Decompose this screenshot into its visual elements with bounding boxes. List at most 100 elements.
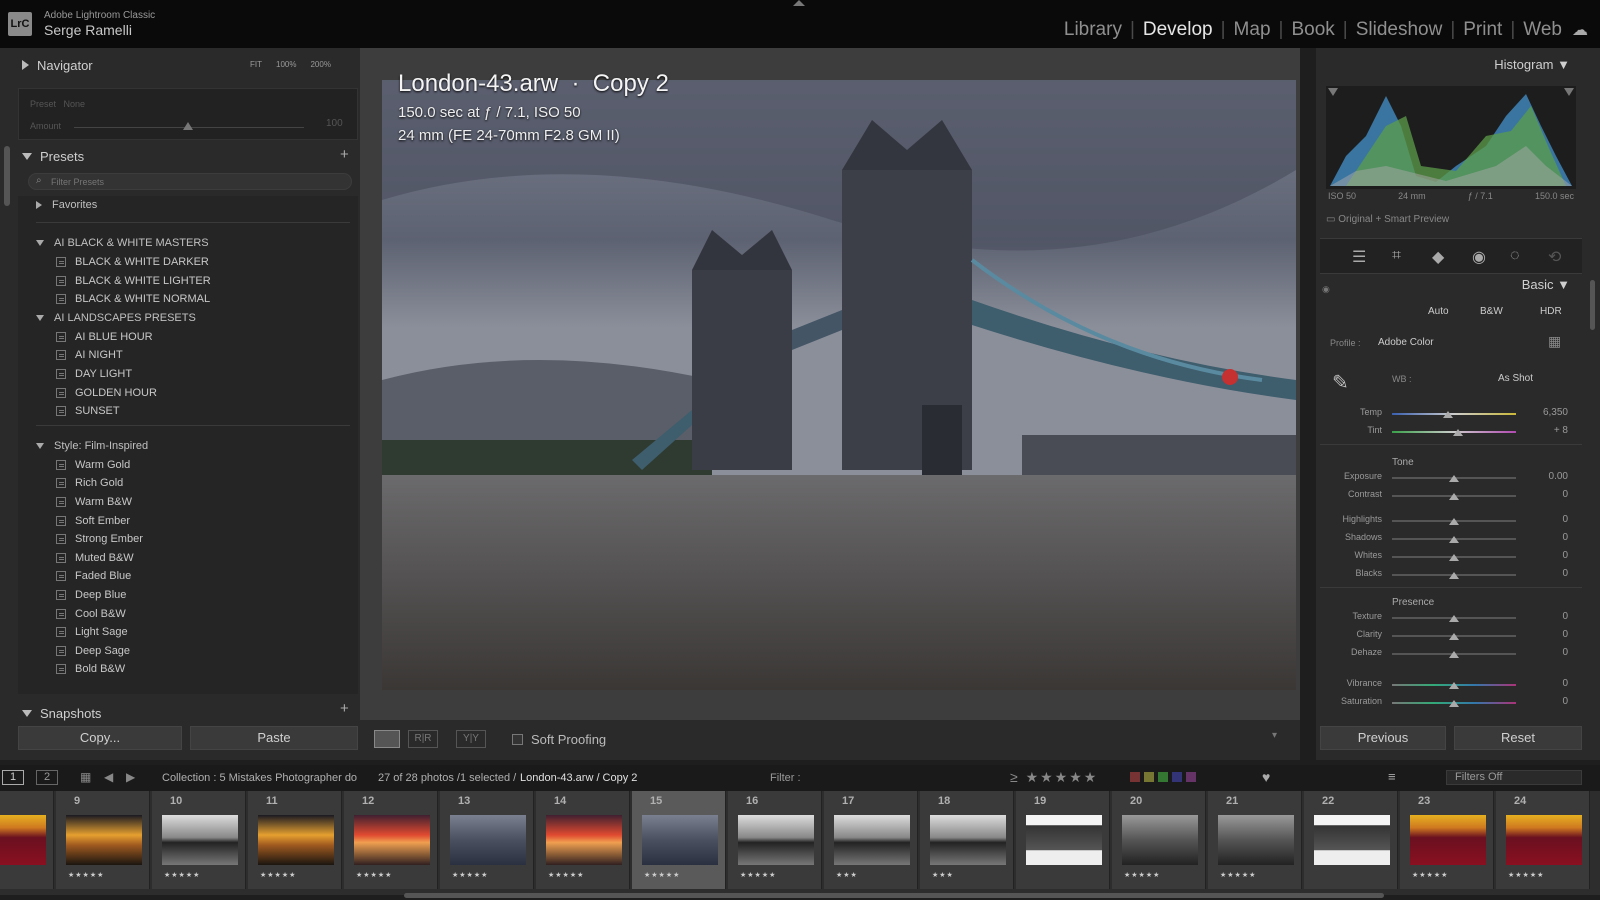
collapse-top-panel-icon[interactable] bbox=[793, 0, 805, 6]
before-after-swap-icon[interactable]: Y|Y bbox=[456, 730, 486, 748]
frame-thumbnail[interactable] bbox=[834, 815, 910, 865]
presets-header[interactable]: Presets bbox=[18, 141, 358, 171]
paste-button[interactable]: Paste bbox=[190, 726, 358, 750]
zoom-fit[interactable]: FIT bbox=[250, 60, 262, 69]
zoom-100[interactable]: 100% bbox=[276, 60, 296, 69]
masking-icon[interactable]: ◌ bbox=[1510, 247, 1520, 265]
presets-icon[interactable]: ⟲ bbox=[1548, 247, 1561, 267]
profile-browser-icon[interactable]: ▦ bbox=[1548, 333, 1566, 351]
slider-thumb[interactable] bbox=[1449, 554, 1459, 561]
preset-item[interactable]: Warm B&W bbox=[56, 493, 132, 511]
filmstrip-frame[interactable]: 10 ★★★★★ bbox=[152, 791, 246, 889]
frame-thumbnail[interactable] bbox=[1026, 815, 1102, 865]
preset-item[interactable]: Deep Blue bbox=[56, 586, 126, 604]
grid-view-icon[interactable]: ▦ bbox=[80, 770, 91, 784]
filters-off-select[interactable]: Filters Off bbox=[1446, 770, 1582, 785]
auto-button[interactable]: Auto bbox=[1428, 306, 1449, 317]
frame-thumbnail[interactable] bbox=[930, 815, 1006, 865]
preset-item[interactable]: Deep Sage bbox=[56, 642, 130, 660]
slider-value[interactable]: 0 bbox=[1528, 696, 1568, 707]
slider-thumb[interactable] bbox=[1449, 651, 1459, 658]
panel-visibility-icon[interactable]: ◉ bbox=[1322, 284, 1330, 295]
color-label-filters[interactable] bbox=[1130, 772, 1196, 782]
slider-thumb[interactable] bbox=[1452, 429, 1463, 436]
slider-thumb[interactable] bbox=[1449, 518, 1459, 525]
frame-thumbnail[interactable] bbox=[738, 815, 814, 865]
frame-thumbnail[interactable] bbox=[1218, 815, 1294, 865]
crop-icon[interactable]: ⌗ bbox=[1392, 247, 1401, 265]
filmstrip-frame[interactable]: 12 ★★★★★ bbox=[344, 791, 438, 889]
blue-label-icon[interactable] bbox=[1172, 772, 1182, 782]
preset-group[interactable]: AI BLACK & WHITE MASTERS bbox=[18, 234, 209, 252]
slider-thumb[interactable] bbox=[1449, 633, 1459, 640]
preset-item[interactable]: Soft Ember bbox=[56, 512, 130, 530]
slider-value[interactable]: 0 bbox=[1528, 532, 1568, 543]
wb-select[interactable]: As Shot bbox=[1498, 373, 1533, 384]
preset-item[interactable]: Light Sage bbox=[56, 623, 128, 641]
slider-value[interactable]: + 8 bbox=[1528, 425, 1568, 436]
frame-thumbnail[interactable] bbox=[546, 815, 622, 865]
module-map[interactable]: Map bbox=[1234, 19, 1271, 41]
frame-thumbnail[interactable] bbox=[258, 815, 334, 865]
preset-item[interactable]: Muted B&W bbox=[56, 549, 134, 567]
filmstrip-frame[interactable]: 13 ★★★★★ bbox=[440, 791, 534, 889]
purple-label-icon[interactable] bbox=[1186, 772, 1196, 782]
module-library[interactable]: Library bbox=[1064, 19, 1122, 41]
histogram-header[interactable]: Histogram ▼ bbox=[1494, 57, 1570, 72]
stack-icon[interactable]: ≡ bbox=[1388, 769, 1396, 784]
zoom-200[interactable]: 200% bbox=[310, 60, 330, 69]
second-window-button[interactable]: 2 bbox=[36, 770, 58, 785]
preset-group-favorites[interactable]: Favorites bbox=[18, 196, 97, 214]
slider-value[interactable]: 0 bbox=[1528, 678, 1568, 689]
amount-slider-thumb[interactable] bbox=[183, 122, 193, 130]
slider-thumb[interactable] bbox=[1449, 493, 1459, 500]
preset-item[interactable]: Strong Ember bbox=[56, 530, 143, 548]
filmstrip-frame[interactable]: 14 ★★★★★ bbox=[536, 791, 630, 889]
toolbar-menu-icon[interactable]: ▾ bbox=[1272, 730, 1277, 741]
collection-label[interactable]: Collection : 5 Mistakes Photographer do bbox=[162, 772, 357, 784]
add-preset-icon[interactable]: + bbox=[340, 146, 349, 163]
reset-button[interactable]: Reset bbox=[1454, 726, 1582, 750]
filmstrip-frame[interactable]: 18 ★★★ bbox=[920, 791, 1014, 889]
frame-thumbnail[interactable] bbox=[66, 815, 142, 865]
filmstrip-frame[interactable]: 24 ★★★★★ bbox=[1496, 791, 1590, 889]
module-slideshow[interactable]: Slideshow bbox=[1356, 19, 1443, 41]
loupe-view-icon[interactable] bbox=[374, 730, 400, 748]
slider-value[interactable]: 0 bbox=[1528, 629, 1568, 640]
snapshots-header[interactable]: Snapshots bbox=[18, 698, 358, 728]
red-label-icon[interactable] bbox=[1130, 772, 1140, 782]
slider-thumb[interactable] bbox=[1449, 572, 1459, 579]
frame-thumbnail[interactable] bbox=[642, 815, 718, 865]
preset-item[interactable]: AI BLUE HOUR bbox=[56, 328, 153, 346]
preset-group[interactable]: AI LANDSCAPES PRESETS bbox=[18, 309, 196, 327]
slider-value[interactable]: 0 bbox=[1528, 647, 1568, 658]
preset-item[interactable]: AI NIGHT bbox=[56, 346, 123, 364]
green-label-icon[interactable] bbox=[1158, 772, 1168, 782]
heart-icon[interactable]: ♥ bbox=[1262, 769, 1270, 785]
slider-track[interactable] bbox=[1392, 413, 1516, 415]
slider-value[interactable]: 0 bbox=[1528, 611, 1568, 622]
soft-proofing-checkbox[interactable] bbox=[512, 734, 523, 745]
filmstrip-frame[interactable]: 17 ★★★ bbox=[824, 791, 918, 889]
slider-value[interactable]: 6,350 bbox=[1528, 407, 1568, 418]
before-after-icon[interactable]: R|R bbox=[408, 730, 438, 748]
slider-value[interactable]: 0 bbox=[1528, 550, 1568, 561]
filmstrip-frame[interactable]: 21 ★★★★★ bbox=[1208, 791, 1302, 889]
filmstrip-frame[interactable]: 22 bbox=[1304, 791, 1398, 889]
forward-arrow-icon[interactable]: ▶ bbox=[126, 770, 135, 784]
add-snapshot-icon[interactable]: + bbox=[340, 700, 349, 717]
preset-item[interactable]: Faded Blue bbox=[56, 567, 131, 585]
preset-item[interactable]: BLACK & WHITE NORMAL bbox=[56, 290, 210, 308]
copy-button[interactable]: Copy... bbox=[18, 726, 182, 750]
preset-item[interactable]: GOLDEN HOUR bbox=[56, 384, 157, 402]
cloud-sync-icon[interactable]: ☁ bbox=[1572, 20, 1592, 39]
filmstrip-frame[interactable]: 23 ★★★★★ bbox=[1400, 791, 1494, 889]
edit-sliders-icon[interactable]: ☰ bbox=[1352, 247, 1366, 267]
slider-value[interactable]: 0 bbox=[1528, 514, 1568, 525]
slider-thumb[interactable] bbox=[1449, 700, 1459, 707]
frame-thumbnail[interactable] bbox=[0, 815, 46, 865]
wb-eyedropper-icon[interactable]: ✎ bbox=[1332, 370, 1349, 395]
profile-select[interactable]: Adobe Color bbox=[1378, 337, 1434, 348]
filmstrip-frame[interactable]: 8★★★★ bbox=[0, 791, 54, 889]
frame-thumbnail[interactable] bbox=[1410, 815, 1486, 865]
